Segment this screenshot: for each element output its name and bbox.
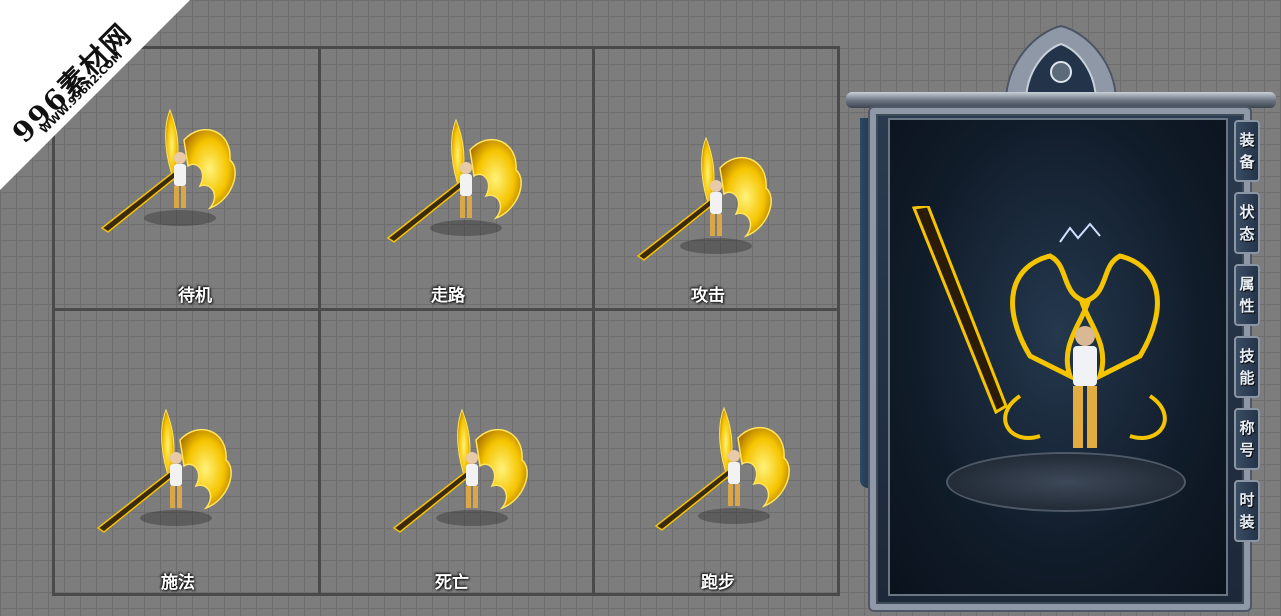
character-sprite [378, 110, 538, 250]
animation-label: 攻击 [691, 286, 725, 306]
panel-tabs: 装备 状态 属性 技能 称号 时装 [1234, 120, 1262, 552]
equipped-character [911, 206, 1167, 448]
animation-label: 施法 [161, 573, 195, 593]
tab-status[interactable]: 状态 [1234, 192, 1260, 254]
tab-skills[interactable]: 技能 [1234, 336, 1260, 398]
tab-attributes[interactable]: 属性 [1234, 264, 1260, 326]
grid-divider [592, 46, 595, 596]
character-sprite [646, 398, 806, 538]
watermark: 996素材网 WWW.996n2.COM [0, 0, 200, 200]
panel-rod [846, 92, 1276, 108]
grid-divider [52, 308, 840, 311]
character-preview [888, 118, 1228, 596]
tab-fashion[interactable]: 时装 [1234, 480, 1260, 542]
character-sprite [384, 400, 544, 540]
character-sprite [628, 128, 788, 268]
animation-label: 走路 [431, 286, 465, 306]
animation-label: 跑步 [701, 573, 735, 593]
character-sprite [88, 400, 248, 540]
animation-label: 死亡 [435, 573, 469, 593]
animation-label: 待机 [178, 286, 212, 306]
tab-titles[interactable]: 称号 [1234, 408, 1260, 470]
grid-divider [318, 46, 321, 596]
character-panel: 装备 状态 属性 技能 称号 时装 [846, 22, 1276, 612]
tab-equipment[interactable]: 装备 [1234, 120, 1260, 182]
